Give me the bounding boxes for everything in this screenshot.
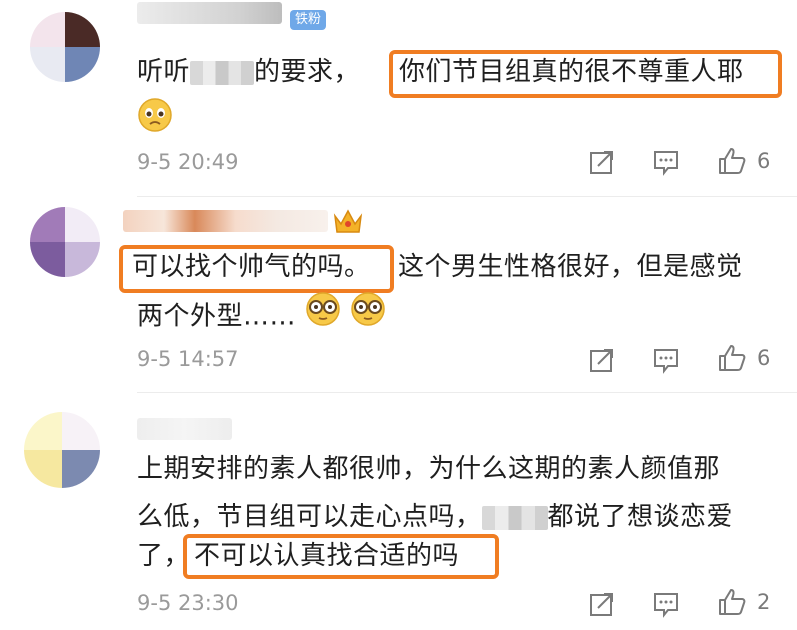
comment-icon [654,349,678,374]
highlight-text: 不可以认真找合适的吗 [194,541,460,571]
share-button[interactable] [588,346,616,374]
fan-badge: 铁粉 [290,10,327,30]
username-blurred[interactable] [123,210,328,232]
like-count: 6 [757,149,771,173]
comment-text-line1: 上期安排的素人都很帅，为什么这期的素人颜值那 [137,454,721,484]
highlight-text: 你们节目组真的很不尊重人耶 [399,57,744,87]
comment-text: 这个男生性格很好，但是感觉 [398,252,743,282]
pleading-face-icon [137,97,173,137]
share-button[interactable] [588,148,616,176]
highlight-text: 可以找个帅气的吗。 [132,252,371,282]
crown-icon [332,206,364,240]
timestamp: 9-5 20:49 [137,150,239,174]
comment-text-line2: 两个外型…… [137,291,787,343]
share-button[interactable] [588,590,616,618]
comment-icon [654,593,678,618]
comment-button[interactable] [652,148,680,176]
like-button[interactable]: 2 [717,587,770,617]
avatar[interactable] [24,412,100,488]
like-count: 2 [757,590,771,614]
share-icon [590,151,613,174]
timestamp: 9-5 14:57 [137,347,239,371]
divider [137,196,797,197]
like-count: 6 [757,346,771,370]
share-icon [590,349,613,372]
comment-button[interactable] [652,590,680,618]
like-button[interactable]: 6 [717,343,770,373]
username-blurred[interactable] [137,2,282,24]
redacted-name [190,60,255,85]
nerd-glasses-face-icon [350,291,386,343]
like-button[interactable]: 6 [717,146,770,176]
avatar[interactable] [30,12,100,82]
username-blurred[interactable] [137,418,232,440]
comment-button[interactable] [652,346,680,374]
divider [137,392,797,393]
like-thumb-icon [719,148,746,174]
timestamp: 9-5 23:30 [137,591,239,615]
redacted-name [481,505,548,530]
avatar[interactable] [30,207,100,277]
comment-icon [654,151,678,176]
share-icon [590,593,613,616]
nerd-glasses-face-icon [305,291,341,343]
like-thumb-icon [719,589,746,615]
like-thumb-icon [719,345,746,371]
